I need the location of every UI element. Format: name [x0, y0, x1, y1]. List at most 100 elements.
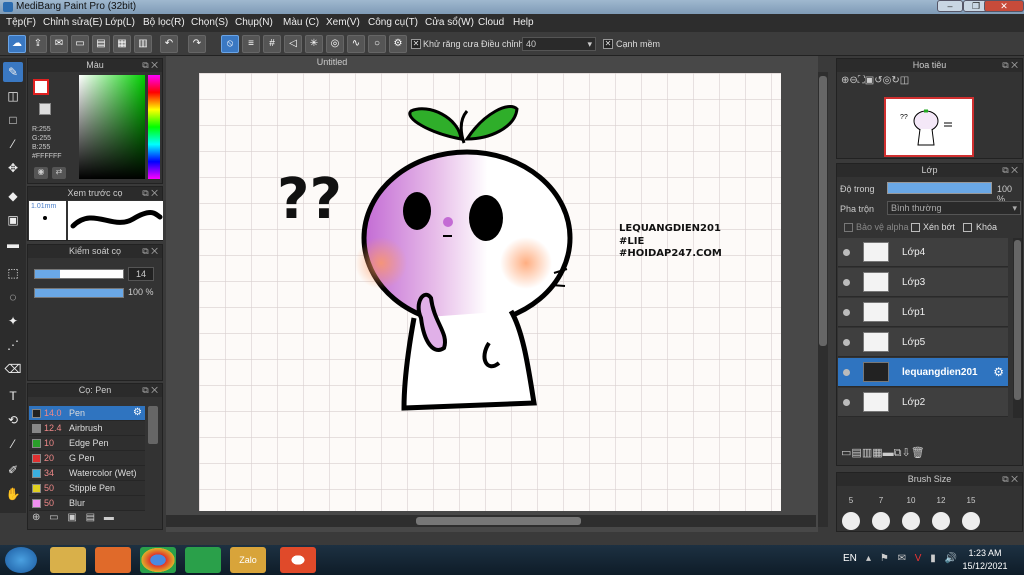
vivaldi-icon[interactable]: V: [915, 553, 922, 564]
cloud-icon[interactable]: ☁: [8, 35, 26, 53]
fit-icon[interactable]: ⛶: [858, 75, 865, 86]
actual-size-icon[interactable]: ▣: [865, 75, 874, 86]
no-snap-icon[interactable]: ⦸: [221, 35, 239, 53]
menu-filter[interactable]: Bộ lọc(R): [143, 17, 185, 28]
horizontal-scrollbar[interactable]: [166, 515, 816, 527]
new-8bit-layer-icon[interactable]: ▥: [862, 447, 872, 459]
menu-view[interactable]: Xem(V): [326, 17, 360, 28]
dot-tool-icon[interactable]: ⁄: [3, 134, 23, 154]
new-layer-icon[interactable]: ▭: [841, 447, 851, 459]
app-icon-green[interactable]: [185, 547, 221, 573]
popout-icon[interactable]: ⧉ ✕: [142, 59, 158, 72]
popout-icon[interactable]: ⧉ ✕: [142, 384, 158, 397]
lasso-tool-icon[interactable]: ◌: [3, 287, 23, 307]
protect-alpha-checkbox[interactable]: [844, 223, 853, 232]
medibang-icon[interactable]: [280, 547, 316, 573]
tray-app-icon[interactable]: ✉: [898, 553, 906, 564]
visibility-icon[interactable]: [843, 399, 850, 406]
concentric-snap-icon[interactable]: ◎: [326, 35, 344, 53]
radial-snap-icon[interactable]: ✳: [305, 35, 323, 53]
curve-snap-icon[interactable]: ∿: [347, 35, 365, 53]
transparent-swatch[interactable]: [39, 103, 51, 115]
visibility-icon[interactable]: [843, 369, 850, 376]
share-icon[interactable]: ⇪: [29, 35, 47, 53]
fill-tool-icon[interactable]: ◆: [3, 186, 23, 206]
layer-row[interactable]: Lớp5: [838, 328, 1008, 357]
layer-menu-icon[interactable]: ▦: [872, 447, 882, 459]
zoom-out-icon[interactable]: ⊖: [849, 75, 857, 86]
popout-icon[interactable]: ⧉ ✕: [1002, 164, 1018, 177]
saturation-value-picker[interactable]: [79, 75, 145, 179]
language-indicator[interactable]: EN: [843, 553, 857, 564]
layer-row[interactable]: Lớp1: [838, 298, 1008, 327]
tray-flag-icon[interactable]: ⚑: [880, 553, 889, 564]
comment-icon[interactable]: ✉: [50, 35, 68, 53]
hue-slider[interactable]: [148, 75, 160, 179]
settings-icon[interactable]: ⚙: [389, 35, 407, 53]
menu-cloud[interactable]: Cloud: [478, 17, 504, 28]
visibility-icon[interactable]: [843, 339, 850, 346]
grid-doc-icon[interactable]: ▦: [113, 35, 131, 53]
start-button[interactable]: [5, 547, 37, 573]
menu-window[interactable]: Cửa sổ(W): [425, 17, 474, 28]
add-brush-icon[interactable]: ⊕: [32, 512, 40, 523]
layer-row[interactable]: lequangdien201 ⚙: [838, 358, 1008, 387]
gear-icon[interactable]: ⚙: [133, 407, 142, 418]
bucket-tool-icon[interactable]: ▣: [3, 210, 23, 230]
menu-layer[interactable]: Lớp(L): [105, 17, 135, 28]
visibility-icon[interactable]: [843, 279, 850, 286]
parallel-snap-icon[interactable]: ≡: [242, 35, 260, 53]
brush-size-preset[interactable]: [902, 512, 920, 530]
gradient-tool-icon[interactable]: ▬: [3, 234, 23, 254]
media-player-icon[interactable]: [95, 547, 131, 573]
brush-size-preset[interactable]: [872, 512, 890, 530]
new-brush-icon[interactable]: ▭: [49, 512, 58, 523]
menu-edit[interactable]: Chỉnh sửa(E): [43, 17, 103, 28]
popout-icon[interactable]: ⧉ ✕: [1002, 59, 1018, 72]
gear-icon[interactable]: ⚙: [993, 365, 1004, 379]
undo-icon[interactable]: ↶: [160, 35, 178, 53]
brush-item[interactable]: 20 G Pen: [29, 451, 145, 466]
soft-edge-checkbox[interactable]: ✕: [603, 39, 613, 49]
brush-item[interactable]: 50 Stipple Pen: [29, 481, 145, 496]
page-icon[interactable]: ▭: [71, 35, 89, 53]
select-eraser-tool-icon[interactable]: ⌫: [3, 359, 23, 379]
drawing-canvas[interactable]: ?? LEQUANGDIEN201 #LIE #HOIDAP247.COM: [199, 73, 781, 511]
clock-date[interactable]: 15/12/2021: [958, 561, 1012, 571]
delete-layer-icon[interactable]: 🗑: [911, 447, 925, 459]
rotate-right-icon[interactable]: ↻: [891, 75, 899, 86]
layer-folder-icon[interactable]: ▬: [883, 447, 894, 459]
volume-icon[interactable]: 🔊: [944, 553, 956, 564]
adjust-select[interactable]: 40 ▾: [522, 37, 596, 51]
popout-icon[interactable]: ⧉ ✕: [142, 187, 158, 200]
menu-file[interactable]: Tệp(F): [6, 17, 36, 28]
eraser-tool-icon[interactable]: ◫: [3, 86, 23, 106]
navigator-preview[interactable]: ??: [884, 97, 974, 157]
zalo-icon[interactable]: Zalo: [230, 547, 266, 573]
menu-color[interactable]: Màu (C): [283, 17, 319, 28]
vertical-scrollbar[interactable]: [818, 72, 828, 527]
brush-size-preset[interactable]: [962, 512, 980, 530]
brush-settings-icon[interactable]: ▤: [86, 512, 95, 523]
visibility-icon[interactable]: [843, 249, 850, 256]
menu-tools[interactable]: Công cụ(T): [368, 17, 418, 28]
brush-menu-icon[interactable]: ▣: [67, 512, 76, 523]
layer-opacity-slider[interactable]: [887, 182, 992, 194]
brush-item[interactable]: 12.4 Airbrush: [29, 421, 145, 436]
popout-icon[interactable]: ⧉ ✕: [1002, 473, 1018, 486]
folder-icon[interactable]: ▬: [104, 512, 114, 523]
chrome-icon[interactable]: [140, 547, 176, 573]
blend-mode-select[interactable]: Bình thường ▾: [887, 201, 1021, 215]
circle-snap-icon[interactable]: ○: [368, 35, 386, 53]
popout-icon[interactable]: ⧉ ✕: [142, 245, 158, 258]
move-tool-icon[interactable]: ✥: [3, 158, 23, 178]
rotate-left-icon[interactable]: ↺: [874, 75, 882, 86]
visibility-icon[interactable]: [843, 309, 850, 316]
network-icon[interactable]: ▮: [930, 553, 936, 564]
magic-wand-tool-icon[interactable]: ✦: [3, 311, 23, 331]
tray-arrow-icon[interactable]: ▴: [866, 553, 871, 564]
redo-icon[interactable]: ↷: [188, 35, 206, 53]
brush-opacity-slider[interactable]: [34, 288, 124, 298]
brush-size-slider[interactable]: [34, 269, 124, 279]
select-rect-tool-icon[interactable]: □: [3, 110, 23, 130]
